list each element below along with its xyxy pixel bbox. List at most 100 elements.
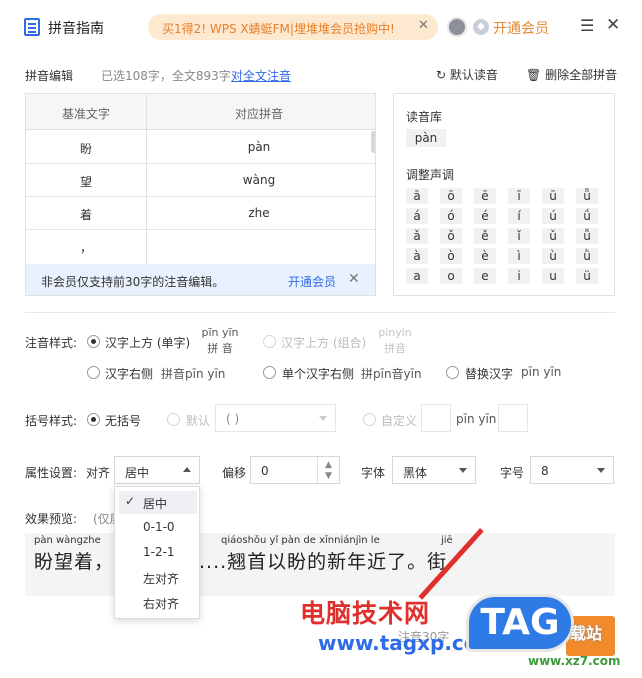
row-char: 盼 bbox=[79, 142, 92, 156]
table-row[interactable]: 望 wàng bbox=[26, 164, 375, 197]
align-option[interactable]: 0-1-0 bbox=[119, 516, 197, 539]
radio-right-of-text[interactable] bbox=[87, 366, 100, 379]
align-option[interactable]: 1-2-1 bbox=[119, 541, 197, 564]
align-option[interactable]: ✓ 居中 bbox=[119, 491, 197, 514]
tone-button[interactable]: í bbox=[508, 208, 530, 224]
app-logo-icon bbox=[24, 18, 40, 36]
chevron-up-icon bbox=[183, 467, 191, 472]
tone-button[interactable]: ǔ bbox=[542, 228, 564, 244]
tone-button[interactable]: ī bbox=[508, 188, 530, 204]
avatar[interactable] bbox=[447, 17, 467, 37]
tone-button[interactable]: ǜ bbox=[576, 248, 598, 264]
notice-close-icon[interactable]: ✕ bbox=[348, 271, 360, 287]
tone-button[interactable]: ǚ bbox=[576, 228, 598, 244]
tone-button[interactable]: ǘ bbox=[576, 208, 598, 224]
tone-button[interactable]: a bbox=[406, 268, 428, 284]
tone-button[interactable]: o bbox=[440, 268, 462, 284]
table-header: 基准文字 对应拼音 bbox=[26, 94, 375, 130]
tone-button[interactable]: ǐ bbox=[508, 228, 530, 244]
watermark-tag-logo: TAG bbox=[466, 594, 574, 652]
align-select[interactable]: 居中 bbox=[114, 456, 200, 484]
option-above-combined[interactable]: 汉字上方 (组合) bbox=[281, 334, 366, 351]
custom-left-bracket-input[interactable] bbox=[421, 404, 451, 432]
table-row[interactable]: ， bbox=[26, 230, 375, 263]
chevron-down-icon bbox=[597, 468, 605, 473]
stepper-down-icon[interactable]: ▼ bbox=[325, 471, 332, 481]
option-default-bracket[interactable]: 默认 bbox=[186, 412, 210, 429]
default-reading-button[interactable]: ↻ 默认读音 bbox=[436, 66, 498, 83]
vip-upgrade-link[interactable]: 开通会员 bbox=[493, 18, 549, 38]
table-row[interactable]: 着 zhe bbox=[26, 197, 375, 230]
tone-button[interactable]: ú bbox=[542, 208, 564, 224]
tone-button[interactable]: i bbox=[508, 268, 530, 284]
font-select[interactable]: 黑体 bbox=[392, 456, 476, 484]
sample-ruby-bottom: 拼 音 bbox=[207, 342, 233, 355]
option-above-single[interactable]: 汉字上方 (单字) bbox=[105, 334, 190, 351]
delete-all-pinyin-button[interactable]: 🗑 删除全部拼音 bbox=[526, 66, 617, 83]
close-window-icon[interactable]: ✕ bbox=[606, 15, 620, 35]
preview-pinyin-right: qiáoshǒu yǐ pàn de xīnniánjìn le bbox=[221, 535, 380, 546]
radio-above-single[interactable] bbox=[87, 335, 100, 348]
tone-button[interactable]: ǎ bbox=[406, 228, 428, 244]
default-bracket-select[interactable]: ( ) bbox=[215, 404, 336, 432]
default-bracket-value: ( ) bbox=[226, 412, 240, 426]
radio-custom-bracket[interactable] bbox=[363, 413, 376, 426]
size-select[interactable]: 8 bbox=[530, 456, 614, 484]
watermark-url-secondary: www.xz7.com bbox=[528, 654, 621, 668]
annotate-all-link[interactable]: 对全文注音 bbox=[231, 67, 291, 84]
notice-vip-link[interactable]: 开通会员 bbox=[288, 273, 336, 290]
radio-above-combined[interactable] bbox=[263, 335, 276, 348]
row-pinyin[interactable]: pàn bbox=[147, 140, 371, 154]
option-replace-text[interactable]: 替换汉字 bbox=[465, 365, 513, 382]
promo-text[interactable]: 买1得2! WPS X蜻蜓FM|埋堆堆会员抢购中! bbox=[162, 20, 395, 37]
promo-banner[interactable]: 买1得2! WPS X蜻蜓FM|埋堆堆会员抢购中! ✕ bbox=[148, 14, 438, 40]
option-no-bracket[interactable]: 无括号 bbox=[105, 412, 141, 429]
tone-button[interactable]: ǒ bbox=[440, 228, 462, 244]
tone-button[interactable]: ě bbox=[474, 228, 496, 244]
tone-button[interactable]: u bbox=[542, 268, 564, 284]
align-dropdown: ✓ 居中 0-1-0 1-2-1 左对齐 右对齐 bbox=[114, 486, 200, 619]
radio-no-bracket[interactable] bbox=[87, 413, 100, 426]
watermark-right-text: 载站 bbox=[570, 624, 603, 643]
tone-button[interactable]: à bbox=[406, 248, 428, 264]
reading-option[interactable]: pàn bbox=[406, 129, 446, 147]
row-pinyin[interactable]: zhe bbox=[147, 206, 371, 220]
radio-right-of-each-char[interactable] bbox=[263, 366, 276, 379]
tone-button[interactable]: ǖ bbox=[576, 188, 598, 204]
offset-stepper[interactable]: 0 ▲ ▼ bbox=[250, 456, 340, 484]
tone-button[interactable]: é bbox=[474, 208, 496, 224]
tone-button[interactable]: ì bbox=[508, 248, 530, 264]
sample-right-of-each-char: 拼pīn音yīn bbox=[361, 367, 422, 381]
menu-icon[interactable]: ☰ bbox=[580, 16, 594, 35]
stepper-up-icon[interactable]: ▲ bbox=[325, 460, 332, 470]
tone-button[interactable]: á bbox=[406, 208, 428, 224]
align-option[interactable]: 左对齐 bbox=[119, 566, 197, 589]
tone-button[interactable]: ā bbox=[406, 188, 428, 204]
tone-button[interactable]: ù bbox=[542, 248, 564, 264]
radio-default-bracket[interactable] bbox=[167, 413, 180, 426]
tone-button[interactable]: ü bbox=[576, 268, 598, 284]
custom-right-bracket-input[interactable] bbox=[498, 404, 528, 432]
align-option-label: 1-2-1 bbox=[143, 545, 175, 559]
tone-button[interactable]: ò bbox=[440, 248, 462, 264]
option-right-of-text[interactable]: 汉字右侧 bbox=[105, 365, 153, 382]
promo-close-icon[interactable]: ✕ bbox=[418, 18, 429, 33]
tone-button[interactable]: ē bbox=[474, 188, 496, 204]
table-row[interactable]: 盼 pàn bbox=[26, 131, 375, 164]
row-pinyin[interactable]: wàng bbox=[147, 173, 371, 187]
tone-button[interactable]: e bbox=[474, 268, 496, 284]
adjust-tone-label: 调整声调 bbox=[406, 168, 455, 182]
tone-button[interactable]: ó bbox=[440, 208, 462, 224]
row-char: 望 bbox=[79, 175, 92, 189]
tone-button[interactable]: è bbox=[474, 248, 496, 264]
row-char: 着 bbox=[79, 208, 92, 222]
option-custom-bracket[interactable]: 自定义 bbox=[381, 412, 417, 429]
notice-text: 非会员仅支持前30字的注音编辑。 bbox=[41, 275, 225, 289]
table-scrollbar[interactable] bbox=[371, 131, 375, 153]
option-right-of-each-char[interactable]: 单个汉字右侧 bbox=[282, 365, 354, 382]
tone-button[interactable]: ō bbox=[440, 188, 462, 204]
tone-button[interactable]: ū bbox=[542, 188, 564, 204]
refresh-icon: ↻ bbox=[436, 68, 450, 82]
align-option[interactable]: 右对齐 bbox=[119, 591, 197, 614]
radio-replace-text[interactable] bbox=[446, 366, 459, 379]
